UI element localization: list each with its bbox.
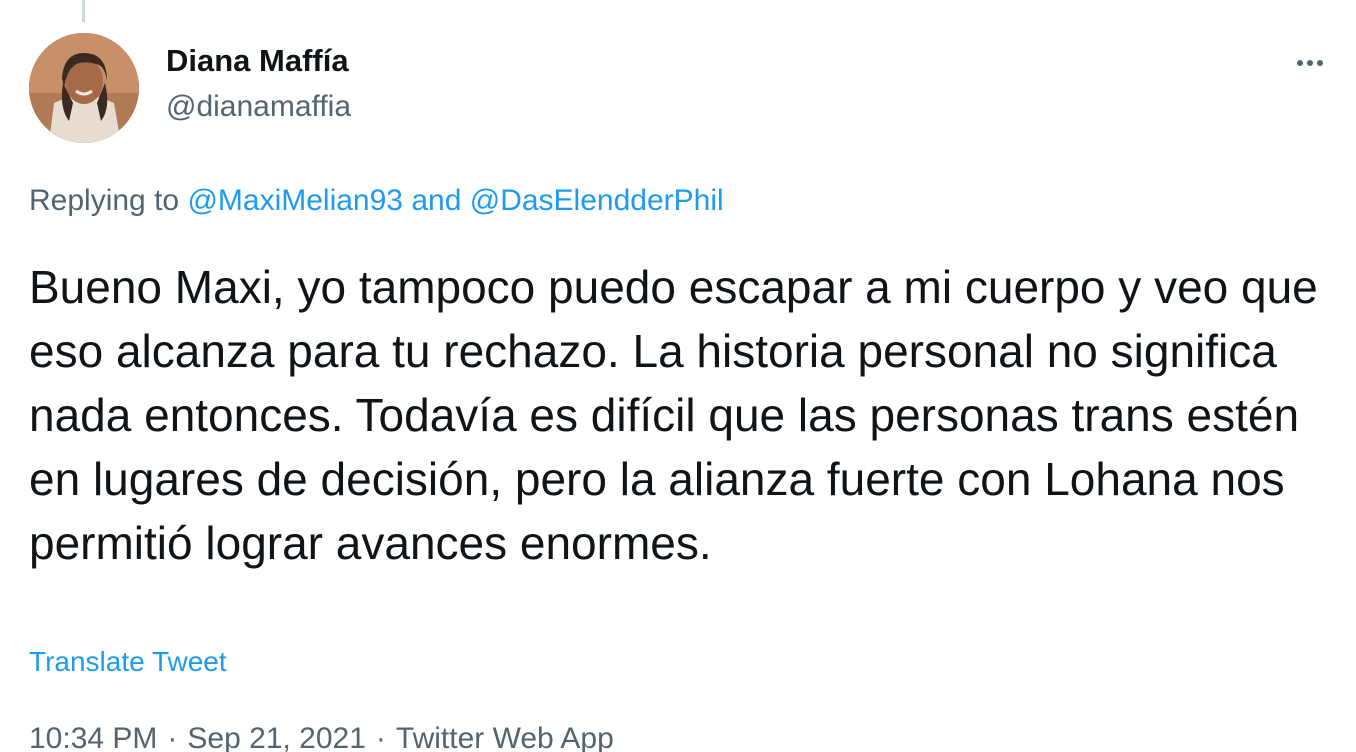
meta-separator: · — [167, 722, 178, 752]
tweet-date[interactable]: Sep 21, 2021 — [187, 722, 366, 752]
more-options-button[interactable] — [1288, 44, 1332, 80]
author-handle[interactable]: @dianamaffia — [166, 90, 351, 124]
reply-mention-link[interactable]: @MaxiMelian93 — [187, 184, 403, 217]
reply-context: Replying to @MaxiMelian93 and @DasElendd… — [29, 184, 724, 218]
tweet-metadata: 10:34 PM · Sep 21, 2021 · Twitter Web App — [29, 722, 614, 752]
more-horizontal-icon — [1295, 53, 1325, 71]
avatar-image — [29, 33, 139, 143]
meta-separator: · — [375, 722, 386, 752]
translate-tweet-link[interactable]: Translate Tweet — [29, 646, 227, 678]
tweet-time[interactable]: 10:34 PM — [29, 722, 157, 752]
reply-mention-link[interactable]: @DasElendderPhil — [470, 184, 724, 217]
thread-connector-line — [82, 0, 85, 22]
tweet-detail: Diana Maffía @dianamaffia Replying to @M… — [0, 0, 1356, 752]
tweet-text: Bueno Maxi, yo tampoco puedo escapar a m… — [29, 261, 1318, 569]
reply-mention-conjunction[interactable]: and — [411, 184, 461, 217]
author-display-name[interactable]: Diana Maffía — [166, 43, 349, 79]
reply-context-prefix: Replying to — [29, 184, 180, 217]
tweet-source[interactable]: Twitter Web App — [396, 722, 614, 752]
avatar[interactable] — [29, 33, 139, 143]
